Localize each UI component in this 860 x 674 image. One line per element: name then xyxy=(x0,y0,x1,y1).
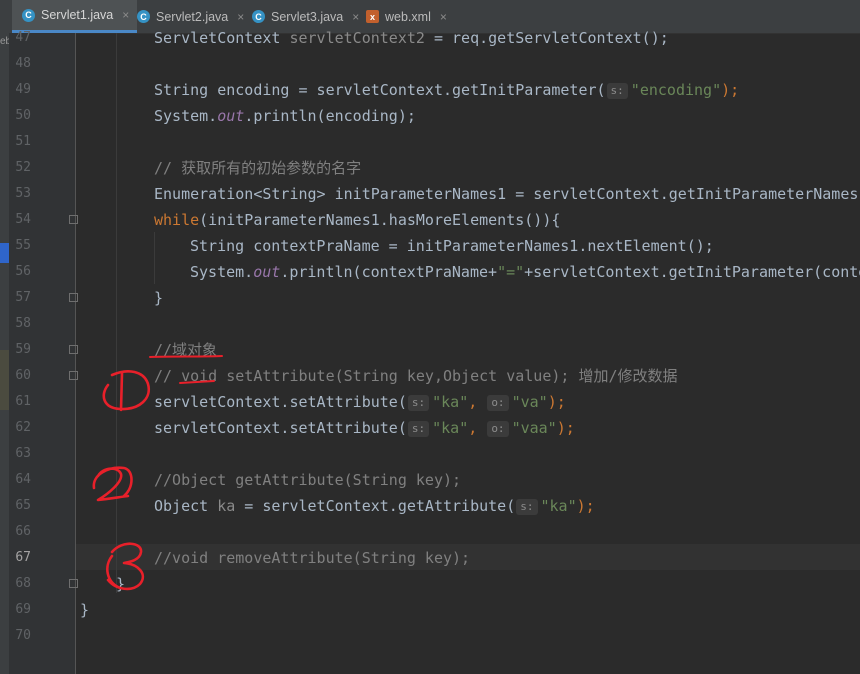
handwritten-annotations xyxy=(92,355,223,591)
annotation-3 xyxy=(106,542,145,591)
annotation-1-loop xyxy=(102,370,151,411)
annotation-2 xyxy=(92,466,133,502)
underline-mark xyxy=(149,355,223,358)
annotation-1-stem xyxy=(119,371,124,412)
underline-mark xyxy=(179,380,215,384)
